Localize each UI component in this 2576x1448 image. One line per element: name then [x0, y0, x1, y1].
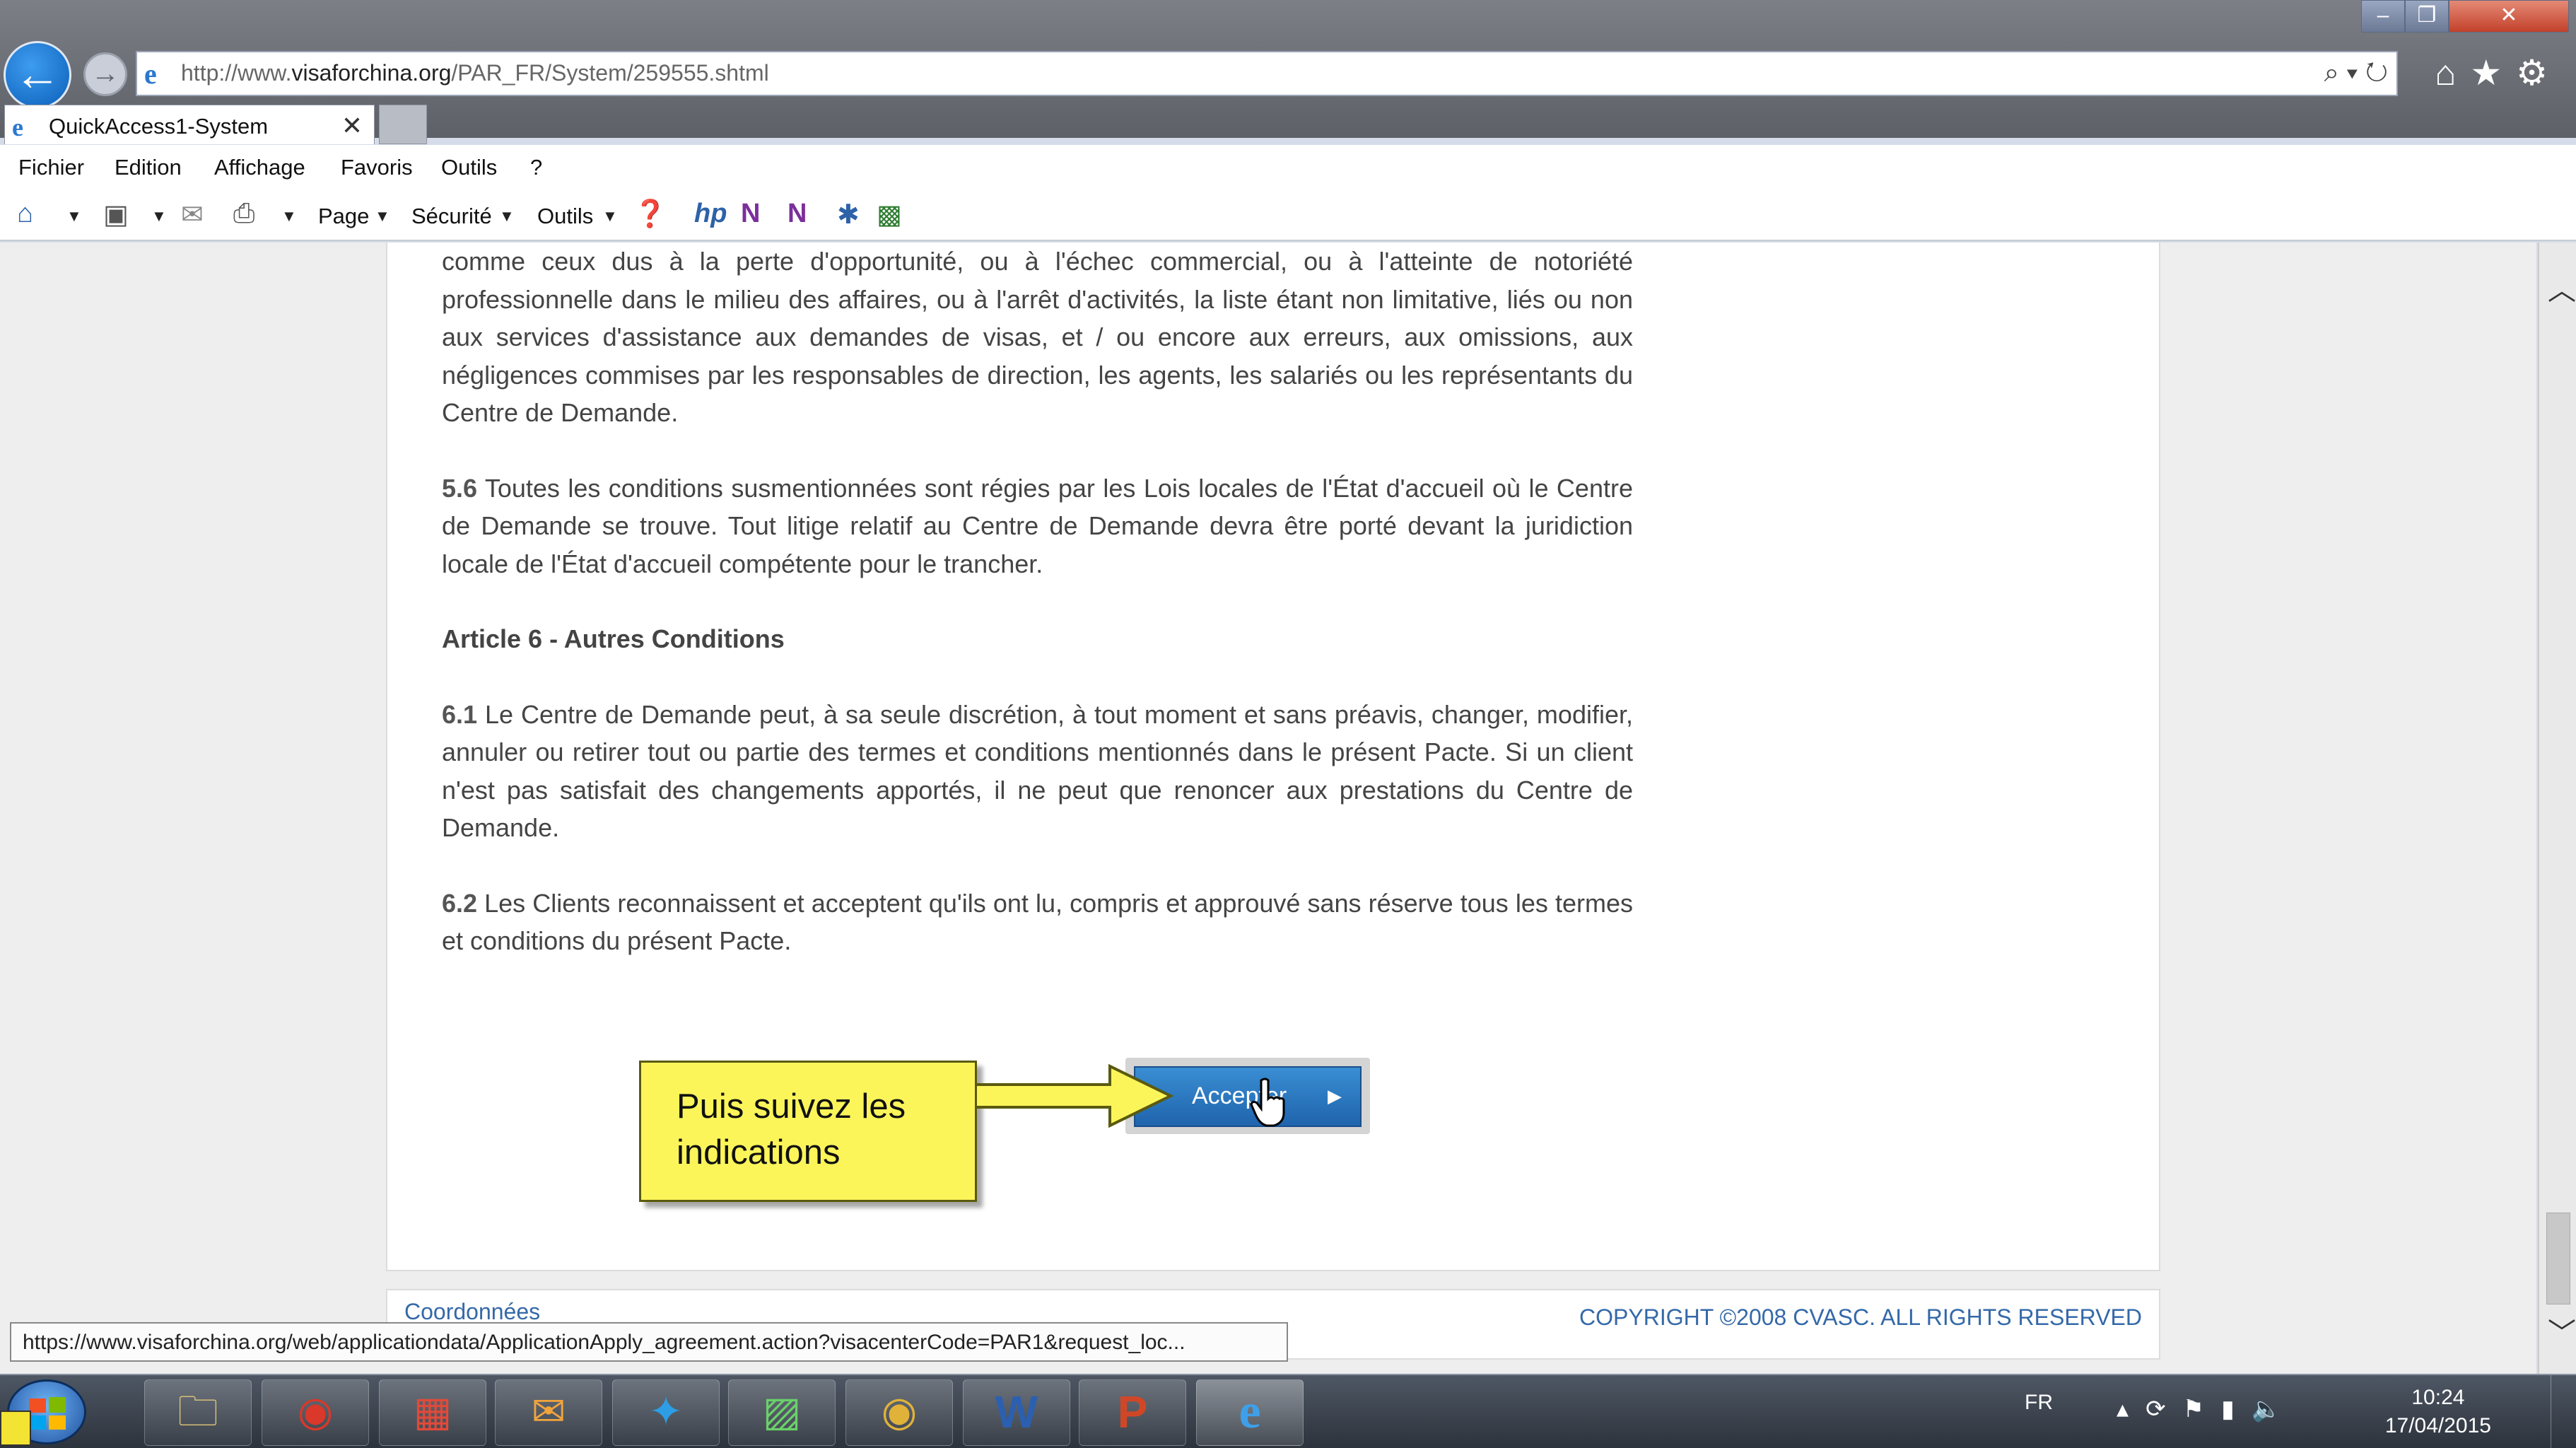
search-icon[interactable]: ⌕ — [2324, 58, 2339, 88]
command-bar: ⌂ ▼ ▣ ▼ ✉ ⎙ ▼ Page ▼ Sécurité ▼ Outils ▼… — [0, 190, 2576, 241]
taskbar-outlook-icon[interactable]: ✉ — [495, 1379, 602, 1446]
chevron-down-icon: ▼ — [602, 207, 618, 225]
address-bar[interactable]: e http://www.visaforchina.org/PAR_FR/Sys… — [136, 51, 2398, 96]
tab-quickaccess[interactable]: e QuickAccess1-System ✕ — [4, 105, 375, 144]
forward-button[interactable]: → — [83, 52, 127, 96]
show-hidden-icons-icon[interactable]: ▴ — [2117, 1396, 2145, 1423]
clock[interactable]: 10:24 17/04/2015 — [2385, 1384, 2491, 1440]
address-tools: ⌕ ▾ ↻ — [2324, 58, 2388, 88]
print-icon[interactable]: ⎙ — [233, 199, 254, 229]
vertical-scrollbar[interactable]: ︿ ﹀ — [2538, 243, 2576, 1374]
tray-icons: ▴⟳⚑▮🔈 — [2117, 1395, 2298, 1423]
section-number: 5.6 — [442, 473, 478, 503]
taskbar-twitter-icon[interactable]: ✦ — [612, 1379, 720, 1446]
article-6-title: Article 6 - Autres Conditions — [442, 624, 785, 653]
home-icon[interactable]: ⌂ — [2435, 53, 2470, 93]
hp-icon[interactable]: hp — [694, 199, 727, 229]
menu-outils[interactable]: Outils — [441, 155, 497, 180]
scrollbar-thumb[interactable] — [2546, 1213, 2570, 1304]
tab-row: e QuickAccess1-System ✕ — [0, 99, 2576, 144]
language-indicator[interactable]: FR — [2025, 1391, 2053, 1415]
chevron-down-icon: ▼ — [375, 207, 390, 225]
cmd-securite[interactable]: Sécurité — [411, 204, 492, 229]
chevron-right-icon: ▶ — [1328, 1085, 1342, 1107]
show-desktop-button[interactable] — [2551, 1375, 2576, 1448]
paragraph-intro: comme ceux dus à la perte d'opportunité,… — [442, 247, 1633, 427]
clock-date: 17/04/2015 — [2384, 1414, 2491, 1437]
menu-bar: Fichier Edition Affichage Favoris Outils… — [0, 145, 2576, 190]
chevron-down-icon[interactable]: ▼ — [66, 207, 82, 226]
chevron-down-icon[interactable]: ▼ — [151, 207, 167, 226]
minimize-button[interactable]: – — [2361, 0, 2405, 33]
taskbar-powerpoint-icon[interactable]: P — [1079, 1379, 1186, 1446]
coordonnees-link[interactable]: Coordonnées — [404, 1299, 540, 1325]
taskbar-ie-icon[interactable]: e — [1196, 1379, 1304, 1446]
page-viewport: comme ceux dus à la perte d'opportunité,… — [0, 243, 2536, 1374]
window-controls: – ❐ ✕ — [2361, 0, 2569, 33]
copyright-text: COPYRIGHT ©2008 CVASC. ALL RIGHTS RESERV… — [1579, 1304, 2142, 1330]
menu-affichage[interactable]: Affichage — [214, 155, 305, 180]
cmd-page[interactable]: Page — [318, 204, 369, 229]
maximize-button[interactable]: ❐ — [2405, 0, 2449, 33]
browser-right-icons: ⌂★⚙ — [2435, 52, 2562, 93]
onenote-icon[interactable]: N — [741, 199, 760, 229]
system-tray: FR ▴⟳⚑▮🔈 10:24 17/04/2015 — [2025, 1375, 2576, 1448]
bluetooth-icon[interactable]: ✱ — [837, 199, 860, 230]
taskbar-chrome-icon[interactable]: ◉ — [845, 1379, 953, 1446]
paragraph-6-1: 6.1 Le Centre de Demande peut, à sa seul… — [442, 699, 1633, 843]
paragraph-5-6: 5.6 Toutes les conditions susmentionnées… — [442, 473, 1633, 578]
home-icon[interactable]: ⌂ — [17, 199, 33, 229]
address-url[interactable]: http://www.visaforchina.org/PAR_FR/Syste… — [181, 60, 769, 86]
mail-icon[interactable]: ✉ — [181, 199, 204, 230]
scroll-down-icon[interactable]: ﹀ — [2548, 1310, 2576, 1351]
chevron-down-icon[interactable]: ▾ — [2346, 58, 2358, 88]
scroll-up-icon[interactable]: ︿ — [2548, 267, 2576, 308]
section-number: 6.1 — [442, 699, 478, 729]
onenote-linked-icon[interactable]: N — [788, 199, 807, 229]
power-icon[interactable]: ▮ — [2221, 1396, 2252, 1423]
instruction-callout: Puis suivez les indications — [639, 1061, 977, 1202]
refresh-icon[interactable]: ↻ — [2365, 58, 2388, 88]
windows-flag-icon — [29, 1397, 66, 1430]
back-arrow-icon: ← — [14, 47, 61, 100]
volume-icon[interactable]: 🔈 — [2252, 1396, 2298, 1423]
status-link-preview: https://www.visaforchina.org/web/applica… — [10, 1322, 1288, 1362]
section-number: 6.2 — [442, 888, 478, 918]
sticky-note-icon[interactable] — [0, 1411, 31, 1446]
gear-icon[interactable]: ⚙ — [2516, 53, 2562, 93]
menu-fichier[interactable]: Fichier — [18, 155, 84, 180]
taskbar-media-icon[interactable]: ▨ — [728, 1379, 836, 1446]
action-center-flag-icon[interactable]: ⚑ — [2183, 1396, 2221, 1423]
cmd-outils[interactable]: Outils — [537, 204, 593, 229]
taskbar-chrome-user-icon[interactable]: ◉ — [262, 1379, 369, 1446]
chevron-down-icon: ▼ — [499, 207, 515, 225]
new-tab-button[interactable] — [379, 105, 427, 144]
close-window-button[interactable]: ✕ — [2449, 0, 2569, 33]
hand-cursor-icon — [1250, 1078, 1285, 1127]
clock-time: 10:24 — [2411, 1386, 2465, 1409]
paragraph-6-2: 6.2 Les Clients reconnaissent et accepte… — [442, 888, 1633, 956]
rss-icon[interactable]: ▣ — [103, 199, 129, 230]
taskbar-apps-grid-icon[interactable]: ▦ — [379, 1379, 486, 1446]
chevron-down-icon[interactable]: ▼ — [281, 207, 297, 226]
taskbar-word-icon[interactable]: W — [963, 1379, 1070, 1446]
taskbar-explorer-icon[interactable]: 🗀 — [144, 1379, 252, 1446]
close-tab-icon[interactable]: ✕ — [341, 111, 363, 141]
sync-icon[interactable]: ⟳ — [2145, 1396, 2183, 1423]
menu-help[interactable]: ? — [530, 155, 542, 180]
terms-content: comme ceux dus à la perte d'opportunité,… — [442, 243, 1633, 998]
windows-taskbar: 🗀 ◉ ▦ ✉ ✦ ▨ ◉ W P e FR ▴⟳⚑▮🔈 10:24 17/04… — [0, 1374, 2576, 1448]
menu-edition[interactable]: Edition — [115, 155, 182, 180]
ie-tab-icon: e — [12, 113, 23, 141]
favorites-star-icon[interactable]: ★ — [2470, 53, 2516, 93]
ie-page-icon: e — [144, 58, 157, 90]
help-icon[interactable]: ❓ — [633, 199, 667, 230]
addon-icon[interactable]: ▩ — [877, 199, 902, 230]
forward-arrow-icon: → — [91, 58, 119, 89]
tab-title: QuickAccess1-System — [49, 114, 269, 139]
callout-arrow — [976, 1063, 1173, 1128]
menu-favoris[interactable]: Favoris — [341, 155, 413, 180]
